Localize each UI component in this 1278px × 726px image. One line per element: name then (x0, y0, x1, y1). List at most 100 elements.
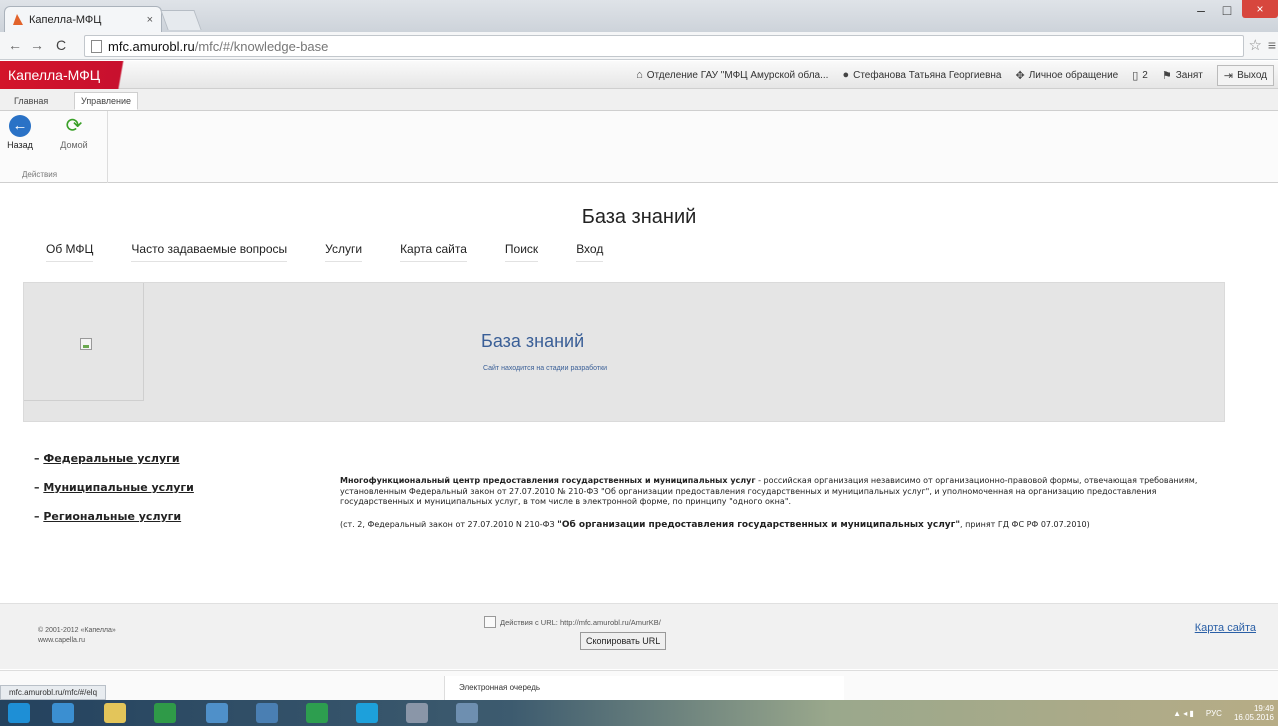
file-explorer-icon[interactable] (104, 703, 126, 723)
bookmark-star-icon[interactable]: ☆ (1249, 36, 1262, 54)
language-indicator[interactable]: РУС (1206, 709, 1222, 718)
users-icon[interactable] (406, 703, 428, 723)
flag-icon: ⚑ (1161, 69, 1172, 82)
app-header: Капелла-МФЦ ⌂ Отделение ГАУ "МФЦ Амурско… (0, 61, 1278, 89)
municipal-services-label: Муниципальные услуги (43, 481, 194, 494)
service-links: – Федеральные услуги – Муниципальные усл… (34, 452, 194, 539)
nav-sitemap[interactable]: Карта сайта (400, 242, 467, 262)
url-actions-text: Действия с URL: http://mfc.amurobl.ru/Am… (500, 617, 661, 627)
capella-favicon-icon (13, 14, 23, 25)
paint-icon[interactable] (456, 703, 478, 723)
citation-prefix: (ст. 2, Федеральный закон от 27.07.2010 … (340, 519, 558, 529)
copyright-site: www.capella.ru (38, 637, 86, 644)
status-selector[interactable]: ⚑ Занят (1162, 69, 1203, 82)
personal-appeal-label: Личное обращение (1028, 69, 1119, 81)
regional-services-label: Региональные услуги (43, 510, 182, 523)
ribbon: ← Назад ⟳ Домой Действия (0, 111, 1278, 183)
nav-login[interactable]: Вход (576, 242, 604, 262)
page-title: База знаний (581, 206, 697, 228)
ribbon-tabs: Главная Управление (0, 89, 1278, 111)
ticket-icon: ▯ (1132, 69, 1139, 82)
queue-counter[interactable]: ▯ 2 (1132, 69, 1148, 82)
ribbon-group-actions: ← Назад ⟳ Домой Действия (0, 111, 108, 183)
minimize-button[interactable]: – (1188, 2, 1214, 18)
queue-count: 2 (1142, 69, 1148, 81)
broken-image-icon (80, 338, 92, 350)
user-icon: ● (842, 69, 850, 81)
reload-icon[interactable]: C (56, 37, 66, 53)
browser-menu-icon[interactable]: ≡ (1268, 37, 1276, 53)
mfc-description: Многофункциональный центр предоставления… (340, 476, 1230, 542)
clock-time: 19:49 (1253, 704, 1274, 713)
personal-appeal-button[interactable]: ✥ Личное обращение (1015, 69, 1118, 82)
browser-tabbar: Капелла-МФЦ × – □ × (0, 0, 1278, 32)
url-actions: Действия с URL: http://mfc.amurobl.ru/Am… (484, 616, 661, 628)
calculator-icon[interactable] (306, 703, 328, 723)
move-icon: ✥ (1015, 69, 1025, 82)
system-clock[interactable]: 19:49 16.05.2016 (1234, 704, 1274, 722)
browser-tab[interactable]: Капелла-МФЦ × (4, 6, 162, 32)
hero-image-frame (24, 283, 144, 401)
refresh-arrows-icon: ⟳ (65, 115, 83, 137)
new-tab-button[interactable] (160, 10, 202, 30)
app-logo: Капелла-МФЦ (0, 61, 170, 89)
description-bold-term: Многофункциональный центр предоставления… (340, 476, 756, 485)
windows-taskbar: ▲ ◂ ▮ РУС 19:49 16.05.2016 (0, 700, 1278, 726)
status-label: Занят (1175, 69, 1203, 81)
copyright: © 2001-2012 «Капелла» www.capella.ru (38, 626, 116, 646)
system-tray: ▲ ◂ ▮ РУС 19:49 16.05.2016 (1173, 704, 1274, 722)
site-nav: Об МФЦ Часто задаваемые вопросы Услуги К… (46, 242, 641, 262)
tray-network-icon[interactable]: ▲ ◂ ▮ (1173, 709, 1194, 718)
url-path: /mfc/#/knowledge-base (194, 38, 329, 54)
hero-subtitle: Сайт находится на стадии разработки (483, 365, 608, 372)
tab-management[interactable]: Управление (74, 92, 139, 110)
tab-main[interactable]: Главная (8, 93, 54, 109)
copy-url-button[interactable]: Скопировать URL (580, 632, 667, 650)
chrome-icon[interactable] (206, 703, 228, 723)
forward-arrow-icon[interactable]: → (30, 37, 44, 53)
logout-label: Выход (1237, 69, 1267, 81)
home-button[interactable]: ⟳ Домой (54, 115, 94, 150)
home-label: Домой (60, 140, 88, 150)
browser-tab-title: Капелла-МФЦ (29, 13, 102, 26)
copyright-text: © 2001-2012 «Капелла» (38, 627, 116, 634)
federal-services-link[interactable]: – Федеральные услуги (34, 452, 194, 465)
hero-title: База знаний (481, 331, 585, 351)
status-url-bubble: mfc.amurobl.ru/mfc/#/elq (0, 685, 107, 700)
back-circle-icon: ← (9, 115, 31, 137)
office-selector[interactable]: ⌂ Отделение ГАУ "МФЦ Амурской обла... (636, 69, 828, 81)
thunderbird-icon[interactable] (256, 703, 278, 723)
back-arrow-icon[interactable]: ← (8, 37, 22, 53)
nav-search[interactable]: Поиск (504, 242, 539, 262)
back-label: Назад (7, 140, 33, 150)
regional-services-link[interactable]: – Региональные услуги (34, 510, 194, 523)
page-icon (91, 39, 102, 53)
nav-services[interactable]: Услуги (325, 242, 363, 262)
clock-date: 16.05.2016 (1233, 713, 1274, 722)
internet-explorer-icon[interactable] (52, 703, 74, 723)
footer-sitemap-link[interactable]: Карта сайта (1195, 622, 1256, 634)
maximize-button[interactable]: □ (1214, 2, 1240, 18)
broken-image-icon (484, 616, 496, 628)
browser-toolbar: ← → C mfc.amurobl.ru/mfc/#/knowledge-bas… (0, 32, 1278, 60)
excel-icon[interactable] (154, 703, 176, 723)
user-menu[interactable]: ● Стефанова Татьяна Георгиевна (842, 69, 1001, 81)
citation-law-title: "Об организации предоставления государст… (557, 519, 961, 530)
page-footer: © 2001-2012 «Капелла» www.capella.ru Дей… (0, 603, 1278, 669)
tab-close-icon[interactable]: × (147, 14, 153, 26)
address-bar[interactable]: mfc.amurobl.ru/mfc/#/knowledge-base (84, 35, 1244, 57)
windows-start-icon[interactable] (8, 703, 30, 723)
home-icon: ⌂ (636, 69, 643, 81)
url-host: mfc.amurobl.ru (108, 38, 195, 54)
office-label: Отделение ГАУ "МФЦ Амурской обла... (646, 69, 829, 81)
logout-button[interactable]: ⇥ Выход (1216, 64, 1274, 86)
municipal-services-link[interactable]: – Муниципальные услуги (34, 481, 194, 494)
electronic-queue-tab[interactable]: Электронная очередь (444, 676, 844, 700)
close-window-button[interactable]: × (1242, 0, 1278, 18)
nav-about[interactable]: Об МФЦ (46, 242, 94, 262)
back-button[interactable]: ← Назад (0, 115, 40, 150)
nav-faq[interactable]: Часто задаваемые вопросы (131, 242, 288, 262)
skype-icon[interactable] (356, 703, 378, 723)
citation-suffix: , принят ГД ФС РФ 07.07.2010) (960, 519, 1090, 529)
description-citation: (ст. 2, Федеральный закон от 27.07.2010 … (340, 520, 1230, 531)
